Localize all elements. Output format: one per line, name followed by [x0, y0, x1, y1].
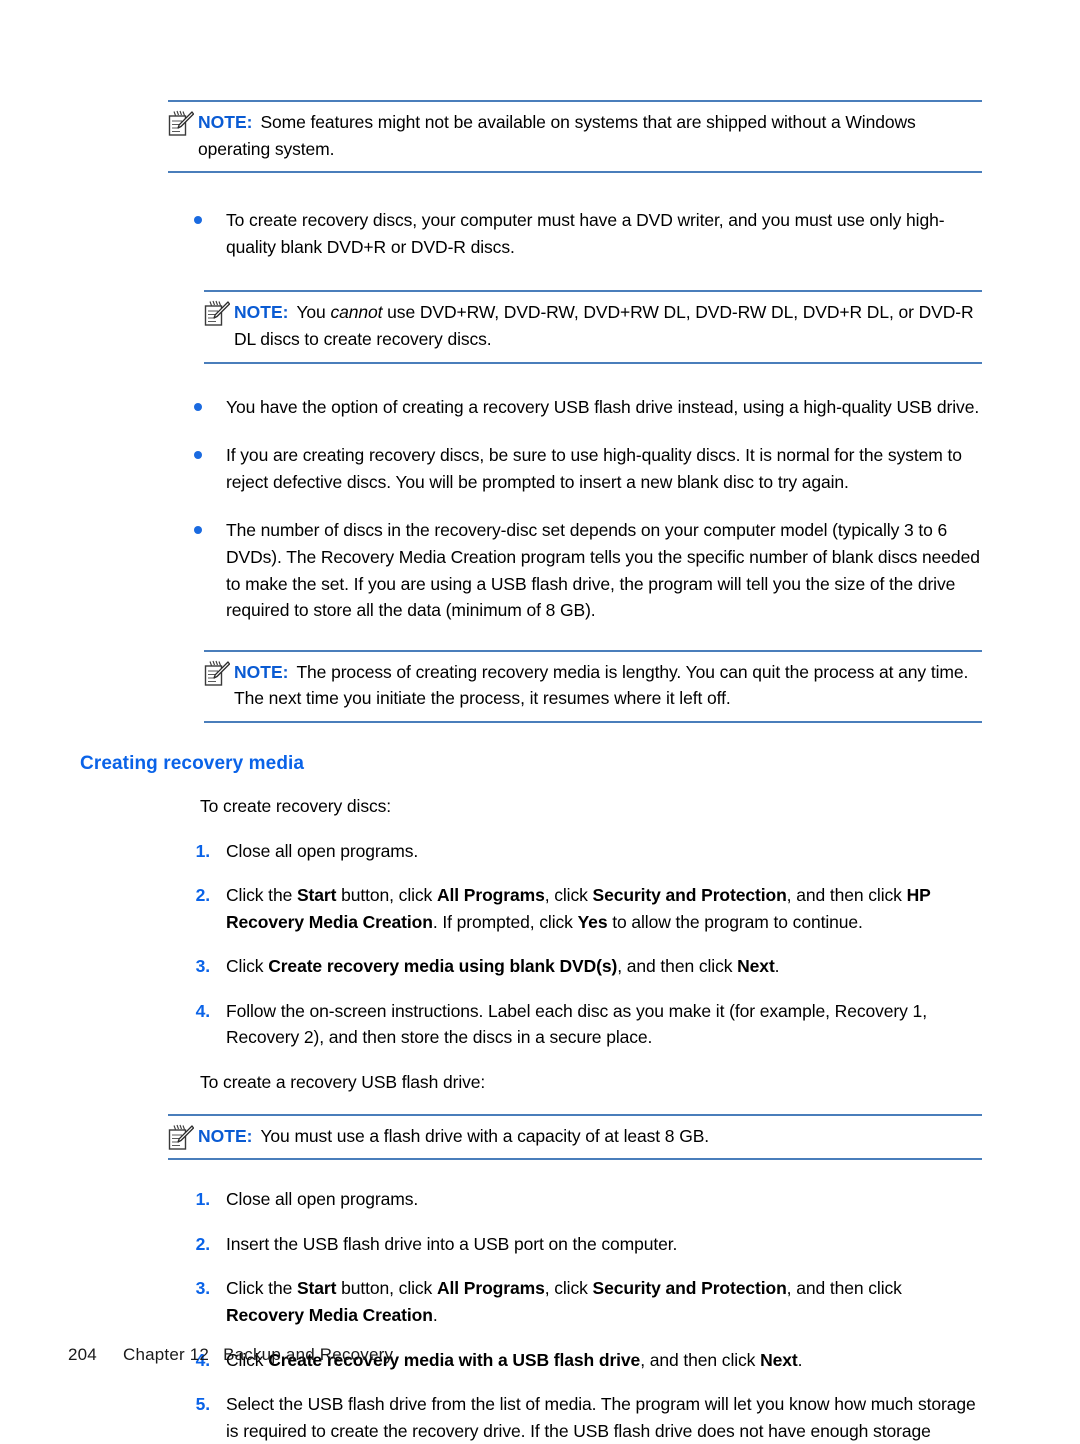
ui-term: All Programs	[436, 885, 545, 906]
footer-chapter: Chapter 12	[122, 1345, 210, 1364]
ordered-list-item: 2. Insert the USB flash drive into a USB…	[168, 1231, 982, 1258]
ui-term: All Programs	[436, 1278, 545, 1299]
note-pencil-icon	[168, 1124, 195, 1152]
bullet-list-item: You have the option of creating a recove…	[168, 394, 982, 421]
ui-term: Next	[760, 1349, 798, 1370]
document-page: NOTE: Some features might not be availabl…	[0, 0, 1080, 1441]
note-label: NOTE:	[198, 112, 253, 132]
list-number: 4.	[195, 1000, 211, 1021]
bullet-text: If you are creating recovery discs, be s…	[226, 445, 962, 492]
note-pencil-icon	[204, 300, 231, 328]
note-callout-2: NOTE: You cannot use DVD+RW, DVD-RW, DVD+…	[204, 290, 982, 364]
page-footer: 204 Chapter 12 Backup and Recovery	[68, 1345, 393, 1365]
list-text: Click the Start button, click All Progra…	[226, 1278, 902, 1326]
list-text: Follow the on-screen instructions. Label…	[226, 1000, 927, 1048]
list-number: 1.	[195, 1189, 211, 1210]
bullet-dot-icon	[194, 526, 202, 535]
note-callout-1: NOTE: Some features might not be availabl…	[168, 100, 982, 174]
list-number: 3.	[195, 956, 211, 977]
bullet-text: To create recovery discs, your computer …	[226, 210, 945, 257]
footer-title: Backup and Recovery	[223, 1345, 394, 1364]
bullet-dot-icon	[194, 451, 202, 460]
note-callout-3: NOTE: The process of creating recovery me…	[204, 649, 982, 723]
bullet-list-item: The number of discs in the recovery-disc…	[168, 517, 982, 623]
ui-term: Recovery Media Creation	[226, 1305, 433, 1326]
bullet-text: You have the option of creating a recove…	[226, 396, 980, 417]
intro-paragraph-usb: To create a recovery USB flash drive:	[200, 1072, 486, 1093]
ordered-list-item: 3. Click the Start button, click All Pro…	[168, 1275, 982, 1328]
note-pencil-icon	[204, 660, 231, 688]
note-content-emphasis: cannot	[330, 302, 383, 323]
ordered-list-item: 1. Close all open programs.	[168, 838, 982, 865]
note-text-4: NOTE: You must use a flash drive with a c…	[168, 1123, 982, 1150]
page-content: NOTE: Some features might not be availabl…	[80, 100, 982, 1444]
list-text: Click Create recovery media using blank …	[226, 956, 780, 977]
ui-term: Next	[737, 956, 775, 977]
list-number: 2.	[195, 1233, 211, 1254]
list-number: 5.	[195, 1394, 211, 1415]
note-pencil-icon	[168, 110, 195, 138]
list-number: 2.	[195, 885, 211, 906]
list-text: Close all open programs.	[226, 1189, 419, 1210]
list-number: 3.	[195, 1278, 211, 1299]
note-text-3: NOTE: The process of creating recovery me…	[204, 659, 982, 712]
list-text: Click the Start button, click All Progra…	[226, 885, 931, 932]
note-label: NOTE:	[234, 661, 289, 682]
ui-term: Start	[296, 1278, 337, 1299]
ui-term: Create recovery media using blank DVD(s)	[268, 956, 618, 977]
note-label: NOTE:	[234, 302, 289, 323]
intro-paragraph-discs: To create recovery discs:	[200, 795, 392, 816]
note-text-1: NOTE: Some features might not be availabl…	[168, 109, 982, 162]
note-callout-4: NOTE: You must use a flash drive with a c…	[168, 1113, 982, 1161]
note-content: The process of creating recovery media i…	[234, 661, 969, 709]
list-number: 1.	[195, 840, 211, 861]
ordered-list-item: 1. Close all open programs.	[168, 1186, 982, 1213]
note-content-pre: You	[296, 302, 331, 323]
note-content: Some features might not be available on …	[198, 112, 916, 159]
note-content: You must use a flash drive with a capaci…	[260, 1125, 710, 1146]
ui-term: Security and Protection	[592, 1278, 787, 1299]
bullet-text: The number of discs in the recovery-disc…	[226, 520, 980, 621]
ui-term: Yes	[577, 911, 608, 932]
note-text-2: NOTE: You cannot use DVD+RW, DVD-RW, DVD+…	[204, 299, 982, 352]
bullet-list-item: To create recovery discs, your computer …	[168, 207, 982, 260]
ui-term: Security and Protection	[592, 885, 787, 906]
bullet-dot-icon	[194, 402, 202, 411]
ui-term: Start	[296, 885, 337, 906]
note-label: NOTE:	[198, 1125, 253, 1146]
ordered-list-item: 3. Click Create recovery media using bla…	[168, 953, 982, 980]
ordered-list-item: 4. Follow the on-screen instructions. La…	[168, 998, 982, 1051]
list-text: Select the USB flash drive from the list…	[226, 1394, 976, 1441]
bullet-list-item: If you are creating recovery discs, be s…	[168, 442, 982, 495]
ordered-list-item: 5. Select the USB flash drive from the l…	[168, 1391, 982, 1444]
ordered-list-item: 2. Click the Start button, click All Pro…	[168, 882, 982, 935]
bullet-dot-icon	[194, 216, 202, 225]
list-text: Insert the USB flash drive into a USB po…	[226, 1233, 678, 1254]
list-text: Close all open programs.	[226, 840, 419, 861]
section-heading: Creating recovery media	[80, 752, 305, 774]
footer-page-number: 204	[68, 1345, 97, 1364]
